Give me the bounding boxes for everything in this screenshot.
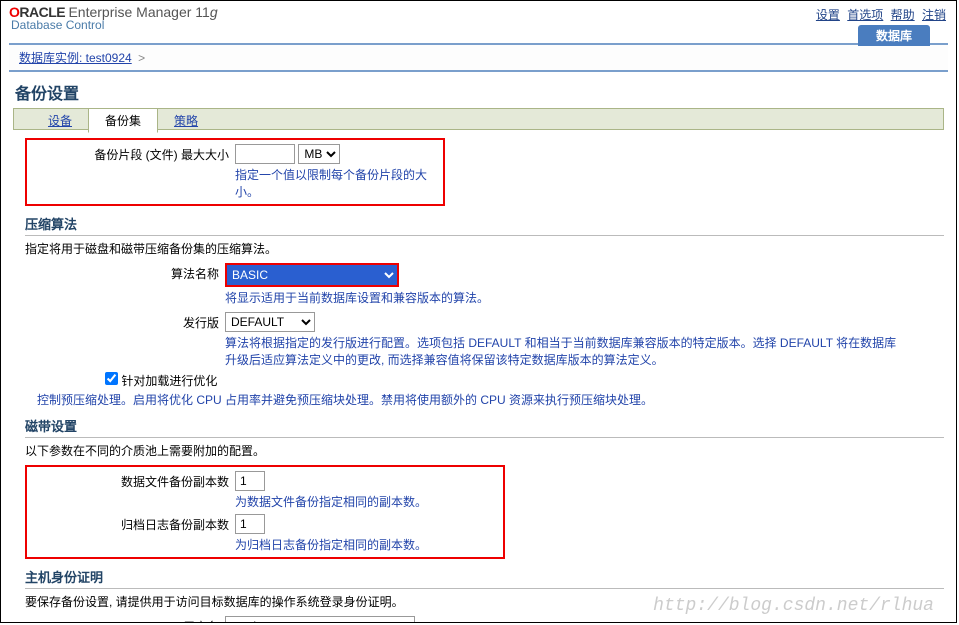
- compression-section-title: 压缩算法: [25, 214, 944, 236]
- algorithm-highlight: BASIC: [225, 263, 399, 287]
- host-cred-section-title: 主机身份证明: [25, 567, 944, 589]
- tab-backup-set[interactable]: 备份集: [88, 108, 158, 133]
- release-select[interactable]: DEFAULT: [225, 312, 315, 332]
- optimize-label[interactable]: 针对加载进行优化: [121, 374, 217, 388]
- algorithm-help: 将显示适用于当前数据库设置和兼容版本的算法。: [225, 289, 944, 306]
- breadcrumb: 数据库实例: test0924 >: [9, 43, 948, 72]
- optimize-checkbox[interactable]: [105, 372, 118, 385]
- segment-size-label: 备份片段 (文件) 最大大小: [35, 144, 235, 163]
- username-input[interactable]: [225, 616, 415, 623]
- setup-link[interactable]: 设置: [816, 8, 840, 22]
- compression-section-desc: 指定将用于磁盘和磁带压缩备份集的压缩算法。: [25, 240, 944, 257]
- arch-copies-help: 为归档日志备份指定相同的副本数。: [235, 536, 495, 553]
- breadcrumb-separator: >: [138, 51, 145, 65]
- tape-copies-box: 数据文件备份副本数 为数据文件备份指定相同的副本数。 归档日志备份副本数 为归档…: [25, 465, 505, 559]
- segment-unit-select[interactable]: MB: [298, 144, 340, 164]
- tab-strip: 设备 备份集 策略: [13, 108, 944, 130]
- tab-policy[interactable]: 策略: [158, 109, 214, 133]
- tape-section-desc: 以下参数在不同的介质池上需要附加的配置。: [25, 442, 944, 459]
- help-link[interactable]: 帮助: [891, 8, 915, 22]
- segment-size-help: 指定一个值以限制每个备份片段的大小。: [235, 166, 435, 200]
- algorithm-label: 算法名称: [25, 263, 225, 282]
- data-copies-label: 数据文件备份副本数: [35, 471, 235, 490]
- product-subtitle: Database Control: [9, 18, 218, 32]
- logo-area: ORACLE Enterprise Manager 11g Database C…: [9, 4, 218, 32]
- page-title: 备份设置: [1, 72, 956, 108]
- release-label: 发行版: [25, 312, 225, 331]
- top-links: 设置 首选项 帮助 注销 数据库: [814, 4, 948, 43]
- algorithm-select[interactable]: BASIC: [227, 265, 397, 285]
- database-tab[interactable]: 数据库: [858, 25, 930, 46]
- segment-size-box: 备份片段 (文件) 最大大小 MB 指定一个值以限制每个备份片段的大小。: [25, 138, 445, 206]
- breadcrumb-instance[interactable]: 数据库实例: test0924: [19, 51, 132, 65]
- tape-section-title: 磁带设置: [25, 416, 944, 438]
- tab-device[interactable]: 设备: [32, 109, 88, 133]
- arch-copies-input[interactable]: [235, 514, 265, 534]
- arch-copies-label: 归档日志备份副本数: [35, 514, 235, 533]
- preferences-link[interactable]: 首选项: [847, 8, 883, 22]
- host-cred-section-desc: 要保存备份设置, 请提供用于访问目标数据库的操作系统登录身份证明。: [25, 593, 944, 610]
- segment-size-input[interactable]: [235, 144, 295, 164]
- optimize-help: 控制预压缩处理。启用将优化 CPU 占用率并避免预压缩块处理。禁用将使用额外的 …: [37, 391, 944, 408]
- data-copies-input[interactable]: [235, 471, 265, 491]
- data-copies-help: 为数据文件备份指定相同的副本数。: [235, 493, 495, 510]
- logout-link[interactable]: 注销: [922, 8, 946, 22]
- username-label: * 用户名: [25, 616, 225, 623]
- release-help: 算法将根据指定的发行版进行配置。选项包括 DEFAULT 和相当于当前数据库兼容…: [225, 334, 905, 368]
